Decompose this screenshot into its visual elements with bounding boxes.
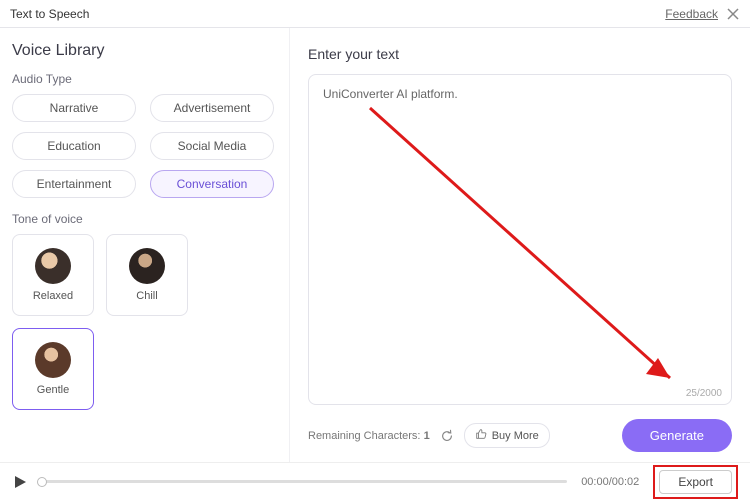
generate-button[interactable]: Generate	[622, 419, 732, 452]
voice-card[interactable]: Gentle	[12, 328, 94, 410]
voice-label: Chill	[136, 290, 157, 302]
tone-of-voice-label: Tone of voice	[12, 212, 277, 226]
export-highlight: Export	[653, 465, 738, 499]
text-input[interactable]	[308, 74, 732, 405]
avatar	[35, 342, 71, 378]
close-icon[interactable]	[726, 7, 740, 21]
voice-card[interactable]: Chill	[106, 234, 188, 316]
export-button[interactable]: Export	[659, 470, 732, 494]
main-actions: Remaining Characters: 1 Buy More Generat…	[308, 419, 732, 452]
audio-type-chip[interactable]: Narrative	[12, 94, 136, 122]
avatar	[129, 248, 165, 284]
voice-cards: Relaxed Chill Gentle	[12, 234, 277, 410]
top-bar: Text to Speech Feedback	[0, 0, 750, 28]
buy-more-button[interactable]: Buy More	[464, 423, 550, 448]
char-counter: 25/2000	[686, 388, 722, 399]
audio-type-chip[interactable]: Conversation	[150, 170, 274, 198]
enter-text-title: Enter your text	[308, 46, 732, 62]
voice-library-title: Voice Library	[12, 42, 277, 60]
audio-type-chips: Narrative Advertisement Education Social Me…	[12, 94, 277, 198]
voice-card[interactable]: Relaxed	[12, 234, 94, 316]
app-title: Text to Speech	[10, 7, 89, 21]
refresh-icon[interactable]	[440, 429, 454, 443]
voice-label: Relaxed	[33, 290, 73, 302]
voice-label: Gentle	[37, 384, 69, 396]
avatar	[35, 248, 71, 284]
voice-library-sidebar: Voice Library Audio Type Narrative Advert…	[0, 28, 290, 462]
audio-type-chip[interactable]: Education	[12, 132, 136, 160]
time-display: 00:00/00:02	[581, 476, 639, 488]
play-icon[interactable]	[12, 474, 28, 490]
player-bar: 00:00/00:02 Export	[0, 462, 750, 500]
remaining-characters-label: Remaining Characters: 1	[308, 430, 430, 442]
audio-type-chip[interactable]: Entertainment	[12, 170, 136, 198]
audio-type-chip[interactable]: Social Media	[150, 132, 274, 160]
thumbs-up-icon	[475, 428, 487, 443]
feedback-link[interactable]: Feedback	[665, 7, 718, 21]
seek-track[interactable]	[42, 480, 567, 483]
main-panel: Enter your text 25/2000 Remaining Charac…	[290, 28, 750, 462]
audio-type-chip[interactable]: Advertisement	[150, 94, 274, 122]
audio-type-label: Audio Type	[12, 72, 277, 86]
seek-scrubber[interactable]	[37, 477, 47, 487]
